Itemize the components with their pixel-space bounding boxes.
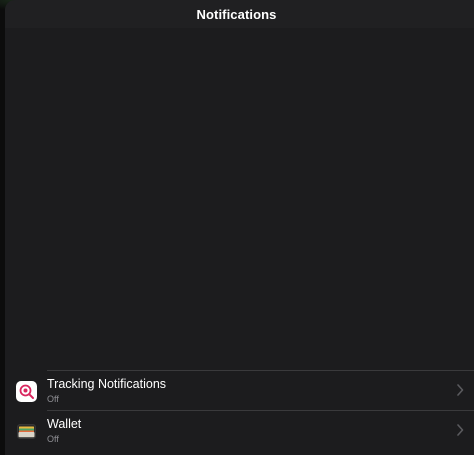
app-name: Tracking Notifications	[47, 377, 167, 391]
wallet-icon	[16, 421, 37, 442]
row-separator	[47, 410, 474, 411]
list-item-wallet[interactable]: Wallet Off	[5, 410, 474, 451]
notification-status: Off	[47, 394, 59, 404]
row-separator	[47, 370, 474, 371]
settings-content: Tracking Notifications Off Wallet Off	[5, 28, 474, 455]
navigation-bar: Notifications	[5, 0, 474, 28]
notification-status: Off	[47, 434, 59, 444]
tracking-magnifier-icon	[16, 380, 37, 402]
chevron-right-icon	[457, 384, 464, 396]
row-text: Tracking Notifications Off	[47, 377, 166, 405]
row-text: Wallet Off	[47, 417, 81, 445]
page-title: Notifications	[196, 6, 277, 22]
list-item-tracking-notifications[interactable]: Tracking Notifications Off	[5, 370, 474, 411]
app-name: Wallet	[47, 417, 82, 431]
app-notification-list: Tracking Notifications Off Wallet Off	[5, 370, 474, 451]
chevron-right-icon	[457, 424, 464, 436]
notifications-sheet: Notifications Tracking Notifications Off	[5, 0, 474, 455]
